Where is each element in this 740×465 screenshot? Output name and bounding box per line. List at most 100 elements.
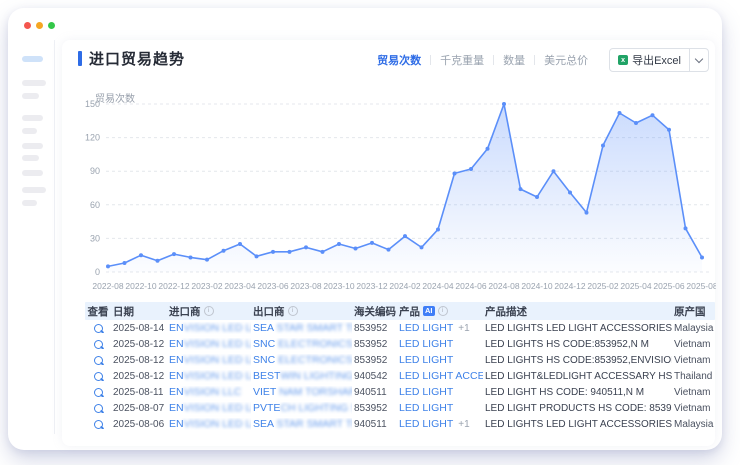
- exporter-link[interactable]: SNC ELECTRONICS VIET...: [253, 338, 352, 350]
- importer-link[interactable]: ENVISION LED LIGHTING L...: [169, 370, 251, 382]
- exporter-link[interactable]: SEA STAR SMART TECH ...: [253, 418, 352, 430]
- hs-code-cell: 853952: [352, 355, 397, 366]
- svg-text:2025-02: 2025-02: [587, 281, 618, 291]
- info-icon[interactable]: [288, 306, 298, 316]
- exporter-cell: SNC ELECTRONICS VIET...: [251, 338, 352, 350]
- importer-link[interactable]: ENVISION LED LIGHTING L...: [169, 354, 251, 366]
- export-excel-button-group: x 导出Excel: [609, 48, 709, 72]
- exporter-cell: VIET NAM TORSHARE: [251, 386, 352, 398]
- header-cell-5: 海关编码: [352, 304, 397, 319]
- header-label: 进口商: [169, 304, 201, 319]
- sidebar-nav-item[interactable]: [22, 128, 37, 134]
- info-icon[interactable]: [438, 306, 448, 316]
- view-search-icon[interactable]: [94, 420, 103, 429]
- hs-code-cell: 940542: [352, 371, 397, 382]
- header-label-wrap: 查看: [88, 304, 109, 319]
- sidebar-nav-item[interactable]: [22, 80, 46, 86]
- sidebar-nav-item-active[interactable]: [22, 56, 43, 62]
- export-dropdown-button[interactable]: [689, 49, 708, 71]
- minimize-window-icon[interactable]: [36, 22, 43, 29]
- sidebar-nav-item[interactable]: [22, 93, 39, 99]
- sidebar-nav-item[interactable]: [22, 170, 43, 176]
- importer-link[interactable]: ENVISION LED LIGHTING L...: [169, 418, 251, 430]
- metric-tab-1[interactable]: 贸易次数: [368, 52, 430, 68]
- origin-country-cell: Vietnam: [672, 355, 715, 366]
- exporter-visible-prefix: SEA: [253, 418, 276, 430]
- header-label: 查看: [88, 304, 109, 319]
- sidebar-nav-item[interactable]: [22, 143, 43, 149]
- header-cell-3: 进口商: [167, 304, 251, 319]
- view-search-icon[interactable]: [94, 372, 103, 381]
- importer-link[interactable]: ENVISION LED LIGHTING L...: [169, 322, 251, 334]
- product-link[interactable]: LED LIGHT: [399, 402, 453, 414]
- metric-tab-2[interactable]: 千克重量: [431, 52, 493, 68]
- page-title: 进口贸易趋势: [89, 48, 185, 69]
- product-link[interactable]: LED LIGHT ACCESSORY: [399, 370, 483, 382]
- origin-country-cell: Vietnam: [672, 403, 715, 414]
- product-link[interactable]: LED LIGHT: [399, 418, 453, 430]
- exporter-link[interactable]: SNC ELECTRONICS VIET...: [253, 354, 352, 366]
- product-link[interactable]: LED LIGHT: [399, 338, 453, 350]
- origin-country-cell: Vietnam: [672, 339, 715, 350]
- table-row: 2025-08-12ENVISION LED LIGHTING L...BEST…: [85, 368, 715, 384]
- description-cell: LED LIGHTS HS CODE:853952,N M: [483, 339, 672, 350]
- importer-visible-prefix: EN: [169, 354, 184, 366]
- date-cell: 2025-08-12: [111, 355, 167, 366]
- window-controls: [24, 22, 55, 29]
- metric-tab-4[interactable]: 美元总价: [535, 52, 597, 68]
- table-row: 2025-08-06ENVISION LED LIGHTING L...SEA …: [85, 416, 715, 432]
- header-label-wrap: 产品描述: [485, 304, 527, 319]
- sidebar-nav-item[interactable]: [22, 115, 43, 121]
- trade-trend-area-chart[interactable]: 03060901201502022-082022-102022-122023-0…: [70, 98, 716, 298]
- exporter-link[interactable]: VIET NAM TORSHARE: [253, 386, 352, 398]
- product-cell: LED LIGHT: [397, 402, 483, 414]
- chart-series: [106, 102, 704, 272]
- exporter-link[interactable]: PVTECH LIGHTING SW VI...: [253, 402, 352, 414]
- header-label: 产品: [399, 304, 420, 319]
- sidebar-nav-item[interactable]: [22, 187, 46, 193]
- importer-visible-prefix: EN: [169, 386, 184, 398]
- exporter-cell: SEA STAR SMART TECH ...: [251, 418, 352, 430]
- origin-country-cell: Vietnam: [672, 387, 715, 398]
- product-link[interactable]: LED LIGHT: [399, 354, 453, 366]
- svg-text:2023-04: 2023-04: [224, 281, 255, 291]
- importer-cell: ENVISION LED LIGHTING L...: [167, 322, 251, 334]
- svg-text:2022-10: 2022-10: [125, 281, 156, 291]
- table-row: 2025-08-11ENVISION LLCVIET NAM TORSHARE9…: [85, 384, 715, 400]
- product-link[interactable]: LED LIGHT: [399, 386, 453, 398]
- view-search-icon[interactable]: [94, 324, 103, 333]
- svg-text:2025-06: 2025-06: [653, 281, 684, 291]
- importer-link[interactable]: ENVISION LLC: [169, 386, 241, 398]
- page: { "window": { "controls": ["close", "min…: [0, 0, 740, 465]
- importer-link[interactable]: ENVISION LED LIGHTING L...: [169, 338, 251, 350]
- importer-link[interactable]: ENVISION LED LIGHTING L...: [169, 402, 251, 414]
- table-body: 2025-08-14ENVISION LED LIGHTING L...SEA …: [85, 320, 715, 432]
- view-search-icon[interactable]: [94, 404, 103, 413]
- info-icon[interactable]: [204, 306, 214, 316]
- exporter-link[interactable]: BESTWIN LIGHTING THA...: [253, 370, 352, 382]
- product-cell: LED LIGHT+1: [397, 418, 483, 430]
- view-search-icon[interactable]: [94, 388, 103, 397]
- export-excel-button[interactable]: x 导出Excel: [610, 49, 689, 71]
- origin-country-cell: Malaysia: [672, 323, 715, 334]
- importer-visible-prefix: EN: [169, 338, 184, 350]
- importer-redacted-text: VISION LED LIGHTI: [184, 402, 251, 414]
- metric-tab-3[interactable]: 数量: [494, 52, 534, 68]
- chevron-down-icon: [695, 54, 703, 62]
- hs-code-cell: 853952: [352, 339, 397, 350]
- maximize-window-icon[interactable]: [48, 22, 55, 29]
- sidebar-nav-item[interactable]: [22, 155, 39, 161]
- header-cell-2: 日期: [111, 304, 167, 319]
- origin-country-cell: Malaysia: [672, 419, 715, 430]
- product-link[interactable]: LED LIGHT: [399, 322, 453, 334]
- exporter-visible-prefix: SNC: [253, 338, 278, 350]
- exporter-visible-prefix: SEA: [253, 322, 276, 334]
- table-header-row: 查看日期进口商出口商海关编码产品AI产品描述原产国: [85, 302, 715, 320]
- sidebar-nav-item[interactable]: [22, 200, 37, 206]
- close-window-icon[interactable]: [24, 22, 31, 29]
- svg-text:30: 30: [90, 233, 100, 243]
- svg-text:2023-02: 2023-02: [191, 281, 222, 291]
- view-search-icon[interactable]: [94, 340, 103, 349]
- exporter-link[interactable]: SEA STAR SMART TECH ...: [253, 322, 352, 334]
- view-search-icon[interactable]: [94, 356, 103, 365]
